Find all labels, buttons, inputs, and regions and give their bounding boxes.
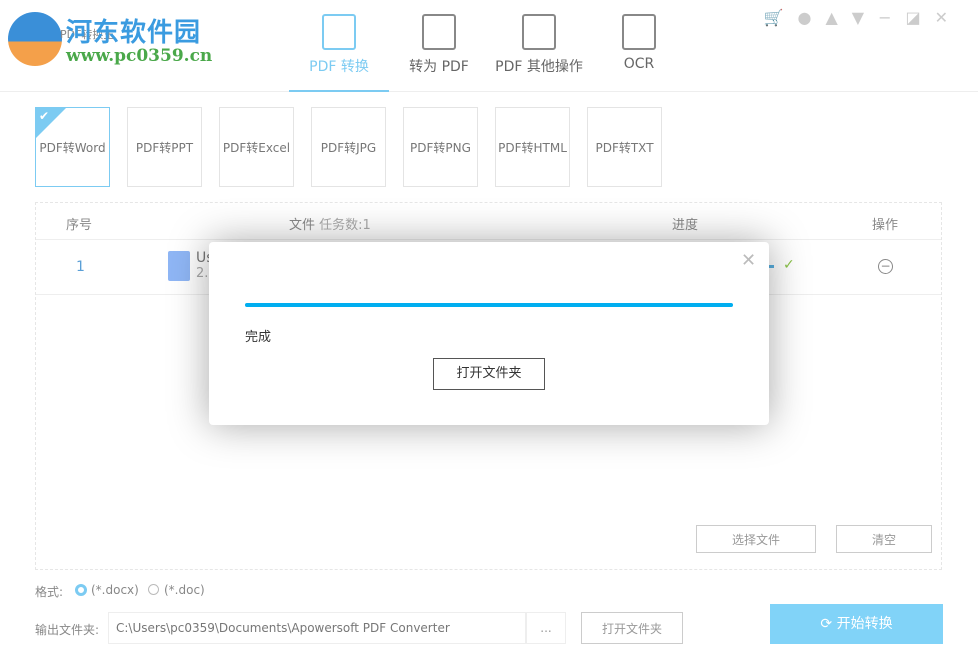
- window-controls: 🛒 ● ▲ ▼−◪ ✕: [764, 8, 948, 27]
- format-pdf-png[interactable]: PDF转PNG: [403, 107, 478, 187]
- tab-pdf-other[interactable]: PDF 其他操作: [489, 14, 589, 92]
- check-icon: ✓: [783, 257, 795, 273]
- tab-ocr[interactable]: OCR: [589, 14, 689, 92]
- selected-corner: ✔: [36, 108, 66, 138]
- menu-icon[interactable]: ▼: [852, 8, 864, 27]
- format-label: PDF转Word: [39, 141, 105, 155]
- pdf-other-icon: [522, 14, 556, 50]
- output-label: 输出文件夹:: [35, 621, 99, 638]
- format-label: PDF转TXT: [595, 141, 653, 155]
- header-progress: 进度: [672, 214, 698, 233]
- format-label: PDF转Excel: [223, 141, 290, 155]
- output-path-input[interactable]: C:\Users\pc0359\Documents\Apowersoft PDF…: [108, 612, 526, 644]
- radio-doc-label: (*.doc): [164, 583, 205, 597]
- to-pdf-icon: [422, 14, 456, 50]
- format-label: PDF转JPG: [321, 141, 376, 155]
- divider: [36, 239, 941, 240]
- header-file-label: 文件: [289, 218, 315, 233]
- header-file: 文件 任务数:1: [289, 214, 371, 233]
- logo-icon: [8, 12, 62, 66]
- format-pdf-jpg[interactable]: PDF转JPG: [311, 107, 386, 187]
- file-size: 2.: [196, 266, 208, 281]
- watermark-url: www.pc0359.cn: [66, 46, 212, 66]
- radio-doc[interactable]: [148, 584, 159, 595]
- start-label: 开始转换: [837, 616, 893, 632]
- start-convert-button[interactable]: ⟳ 开始转换: [770, 604, 943, 644]
- cart-icon[interactable]: 🛒: [764, 8, 784, 27]
- refresh-icon: ⟳: [820, 616, 832, 632]
- bell-icon[interactable]: ▲: [825, 8, 837, 27]
- dialog-progress-track: [245, 303, 733, 307]
- dialog-status: 完成: [245, 326, 271, 345]
- format-label: PDF转PPT: [136, 141, 193, 155]
- format-label: PDF转HTML: [498, 141, 567, 155]
- row-index: 1: [76, 259, 85, 275]
- clear-button[interactable]: 清空: [836, 525, 932, 553]
- tab-label: PDF 其他操作: [495, 59, 583, 75]
- dialog-progress-fill: [245, 303, 733, 307]
- header-index: 序号: [66, 214, 92, 233]
- radio-docx[interactable]: [75, 584, 87, 596]
- format-pdf-txt[interactable]: PDF转TXT: [587, 107, 662, 187]
- minimize-icon[interactable]: −: [878, 8, 891, 27]
- format-pdf-word[interactable]: ✔ PDF转Word: [35, 107, 110, 187]
- tab-label: OCR: [624, 56, 655, 72]
- radio-docx-label: (*.docx): [91, 583, 139, 597]
- tab-label: PDF 转换: [309, 59, 369, 75]
- tab-to-pdf[interactable]: 转为 PDF: [389, 14, 489, 92]
- tab-pdf-convert[interactable]: PDF 转换: [289, 14, 389, 92]
- format-pdf-html[interactable]: PDF转HTML: [495, 107, 570, 187]
- format-pdf-ppt[interactable]: PDF转PPT: [127, 107, 202, 187]
- user-icon[interactable]: ●: [797, 8, 811, 27]
- restore-icon[interactable]: ◪: [905, 8, 920, 27]
- select-files-button[interactable]: 选择文件: [696, 525, 816, 553]
- browse-button[interactable]: ...: [526, 612, 566, 644]
- ocr-icon: [622, 14, 656, 50]
- pdf-convert-icon: [322, 14, 356, 50]
- format-pdf-excel[interactable]: PDF转Excel: [219, 107, 294, 187]
- watermark-name: 河东软件园: [66, 12, 201, 49]
- header-action: 操作: [872, 214, 898, 233]
- completion-dialog: [209, 242, 769, 425]
- tab-label: 转为 PDF: [409, 59, 469, 75]
- dialog-open-folder-button[interactable]: 打开文件夹: [433, 358, 545, 390]
- open-folder-button[interactable]: 打开文件夹: [581, 612, 683, 644]
- close-icon[interactable]: ✕: [935, 8, 948, 27]
- document-icon: [168, 251, 190, 281]
- remove-icon[interactable]: −: [878, 259, 893, 274]
- dialog-close-icon[interactable]: ✕: [741, 250, 756, 271]
- check-icon: ✔: [39, 108, 49, 124]
- format-label: PDF转PNG: [410, 141, 471, 155]
- format-label: 格式:: [35, 583, 63, 600]
- task-count: 任务数:1: [319, 218, 371, 233]
